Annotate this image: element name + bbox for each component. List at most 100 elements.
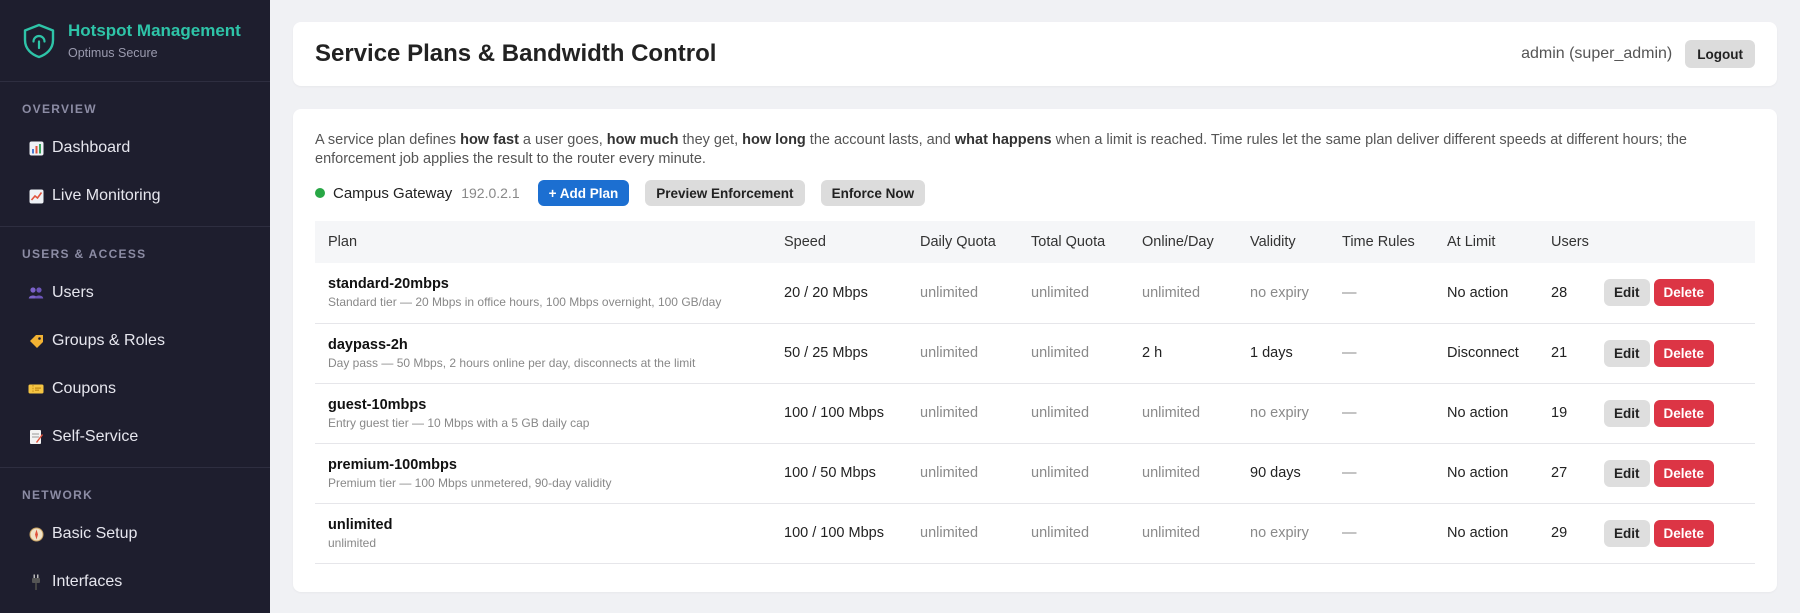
sidebar-item-label: Dashboard — [52, 139, 131, 156]
sidebar-item-basic-setup[interactable]: Basic Setup — [0, 510, 270, 558]
column-header: Online/Day — [1142, 234, 1214, 250]
cell-daily: unlimited — [920, 284, 979, 301]
nav-section-network: NETWORK Basic Setup Interfaces — [0, 468, 270, 612]
cell-total: unlimited — [1031, 525, 1090, 541]
delete-button[interactable]: Delete — [1653, 279, 1715, 307]
router-name: Campus Gateway — [333, 184, 453, 202]
plan-name: standard-20mbps — [328, 276, 449, 293]
main-content: Service Plans & Bandwidth Control admin … — [270, 0, 1800, 613]
intro-emphasis: what happens — [954, 132, 1052, 148]
sidebar-item-label: Basic Setup — [52, 525, 138, 542]
nav-heading: USERS & ACCESS — [22, 247, 147, 261]
plans-table: Plan Speed Daily Quota Total Quota Online/Da… — [315, 221, 1755, 564]
cell-online: unlimited — [1142, 405, 1201, 421]
plan-cell: unlimited unlimited — [315, 503, 771, 563]
intro-part: a user goes, — [518, 132, 607, 148]
intro-part: they get, — [678, 132, 743, 148]
cell-speed: 100 / 100 Mbps — [784, 525, 884, 541]
cell-daily: unlimited — [920, 405, 979, 421]
brand: Hotspot Management Optimus Secure — [0, 0, 270, 82]
plan-cell: standard-20mbps Standard tier — 20 Mbps i… — [315, 263, 771, 323]
column-header: Speed — [784, 234, 826, 250]
intro-emphasis: how fast — [460, 132, 519, 148]
shield-logo-icon — [23, 23, 55, 58]
table-row: guest-10mbps Entry guest tier — 10 Mbps w… — [315, 383, 1755, 443]
sidebar-item-groups-roles[interactable]: Groups & Roles — [0, 317, 270, 365]
cell-at-limit: No action — [1447, 284, 1509, 301]
cell-users: 28 — [1551, 284, 1568, 301]
row-actions: Edit Delete — [1604, 323, 1755, 383]
cell-total: unlimited — [1031, 465, 1090, 481]
sidebar-item-live-monitoring[interactable]: Live Monitoring — [0, 172, 270, 220]
sidebar-item-label: Groups & Roles — [52, 332, 165, 349]
table-row: standard-20mbps Standard tier — 20 Mbps i… — [315, 263, 1755, 323]
router-ip: 192.0.2.1 — [461, 185, 520, 201]
toolbar: Campus Gateway 192.0.2.1 + Add Plan Prev… — [315, 179, 1755, 207]
enforce-now-button[interactable]: Enforce Now — [820, 180, 926, 206]
delete-button[interactable]: Delete — [1653, 339, 1715, 367]
logout-button[interactable]: Logout — [1685, 40, 1755, 68]
sidebar-item-coupons[interactable]: Coupons — [0, 365, 270, 413]
edit-button[interactable]: Edit — [1604, 519, 1650, 547]
cell-online: unlimited — [1142, 525, 1201, 541]
cell-speed: 100 / 100 Mbps — [784, 405, 884, 421]
sidebar-item-label: Users — [52, 284, 94, 301]
row-actions: Edit Delete — [1604, 503, 1755, 563]
sidebar-item-self-service[interactable]: Self-Service — [0, 413, 270, 461]
intro-part: the account lasts, and — [805, 132, 955, 148]
column-header: At Limit — [1447, 234, 1496, 250]
plans-card: A service plan defines how fast a user g… — [293, 109, 1777, 592]
column-header: Daily Quota — [920, 234, 996, 250]
nav-heading: OVERVIEW — [22, 102, 97, 116]
cell-total: unlimited — [1031, 284, 1090, 301]
brand-subtitle: Optimus Secure — [68, 46, 158, 60]
current-user: admin (super_admin) — [1521, 45, 1673, 62]
tag-icon — [28, 333, 44, 349]
intro-text: A service plan defines how fast a user g… — [315, 131, 1755, 169]
table-header-row: Plan Speed Daily Quota Total Quota Online/Da… — [315, 221, 1755, 263]
add-plan-button[interactable]: + Add Plan — [537, 180, 630, 206]
brand-title: Hotspot Management — [68, 21, 241, 40]
column-header: Validity — [1250, 234, 1296, 250]
plan-description: Entry guest tier — 10 Mbps with a 5 GB d… — [328, 415, 590, 430]
edit-button[interactable]: Edit — [1604, 279, 1650, 307]
cell-online: unlimited — [1142, 465, 1201, 481]
sidebar-item-dashboard[interactable]: Dashboard — [0, 124, 270, 172]
cell-daily: unlimited — [920, 525, 979, 541]
cell-users: 27 — [1551, 465, 1568, 481]
cell-rules: — — [1342, 525, 1357, 541]
plan-cell: guest-10mbps Entry guest tier — 10 Mbps w… — [315, 383, 771, 443]
bar-chart-icon — [28, 140, 44, 156]
cell-speed: 20 / 20 Mbps — [784, 284, 868, 301]
cell-users: 19 — [1551, 405, 1568, 421]
router-status-dot — [315, 188, 325, 198]
cell-speed: 100 / 50 Mbps — [784, 465, 876, 481]
edit-button[interactable]: Edit — [1604, 339, 1650, 367]
cell-online: unlimited — [1142, 284, 1201, 301]
plug-icon — [28, 574, 44, 590]
nav-section-users-access: USERS & ACCESS Users Groups & Roles Coup… — [0, 227, 270, 468]
edit-button[interactable]: Edit — [1604, 459, 1650, 487]
plan-description: Standard tier — 20 Mbps in office hours,… — [328, 295, 722, 310]
delete-button[interactable]: Delete — [1653, 519, 1715, 547]
plan-description: unlimited — [328, 535, 377, 550]
cell-at-limit: No action — [1447, 405, 1509, 421]
edit-button[interactable]: Edit — [1604, 399, 1650, 427]
plan-name: unlimited — [328, 516, 393, 533]
plan-name: guest-10mbps — [328, 396, 427, 413]
cell-daily: unlimited — [920, 465, 979, 481]
sidebar-item-users[interactable]: Users — [0, 269, 270, 317]
delete-button[interactable]: Delete — [1653, 399, 1715, 427]
delete-button[interactable]: Delete — [1653, 459, 1715, 487]
nav-heading: NETWORK — [22, 488, 94, 502]
cell-at-limit: No action — [1447, 465, 1509, 481]
column-header: Total Quota — [1031, 234, 1106, 250]
preview-enforcement-button[interactable]: Preview Enforcement — [645, 180, 805, 206]
sidebar-item-interfaces[interactable]: Interfaces — [0, 558, 270, 606]
column-header-actions — [1604, 221, 1755, 263]
row-actions: Edit Delete — [1604, 263, 1755, 323]
nav-section-overview: OVERVIEW Dashboard Live Monitoring — [0, 82, 270, 227]
table-row: premium-100mbps Premium tier — 100 Mbps u… — [315, 443, 1755, 503]
table-row: unlimited unlimited 100 / 100 Mbps unlimite… — [315, 503, 1755, 563]
intro-part: A service plan defines — [315, 132, 461, 148]
